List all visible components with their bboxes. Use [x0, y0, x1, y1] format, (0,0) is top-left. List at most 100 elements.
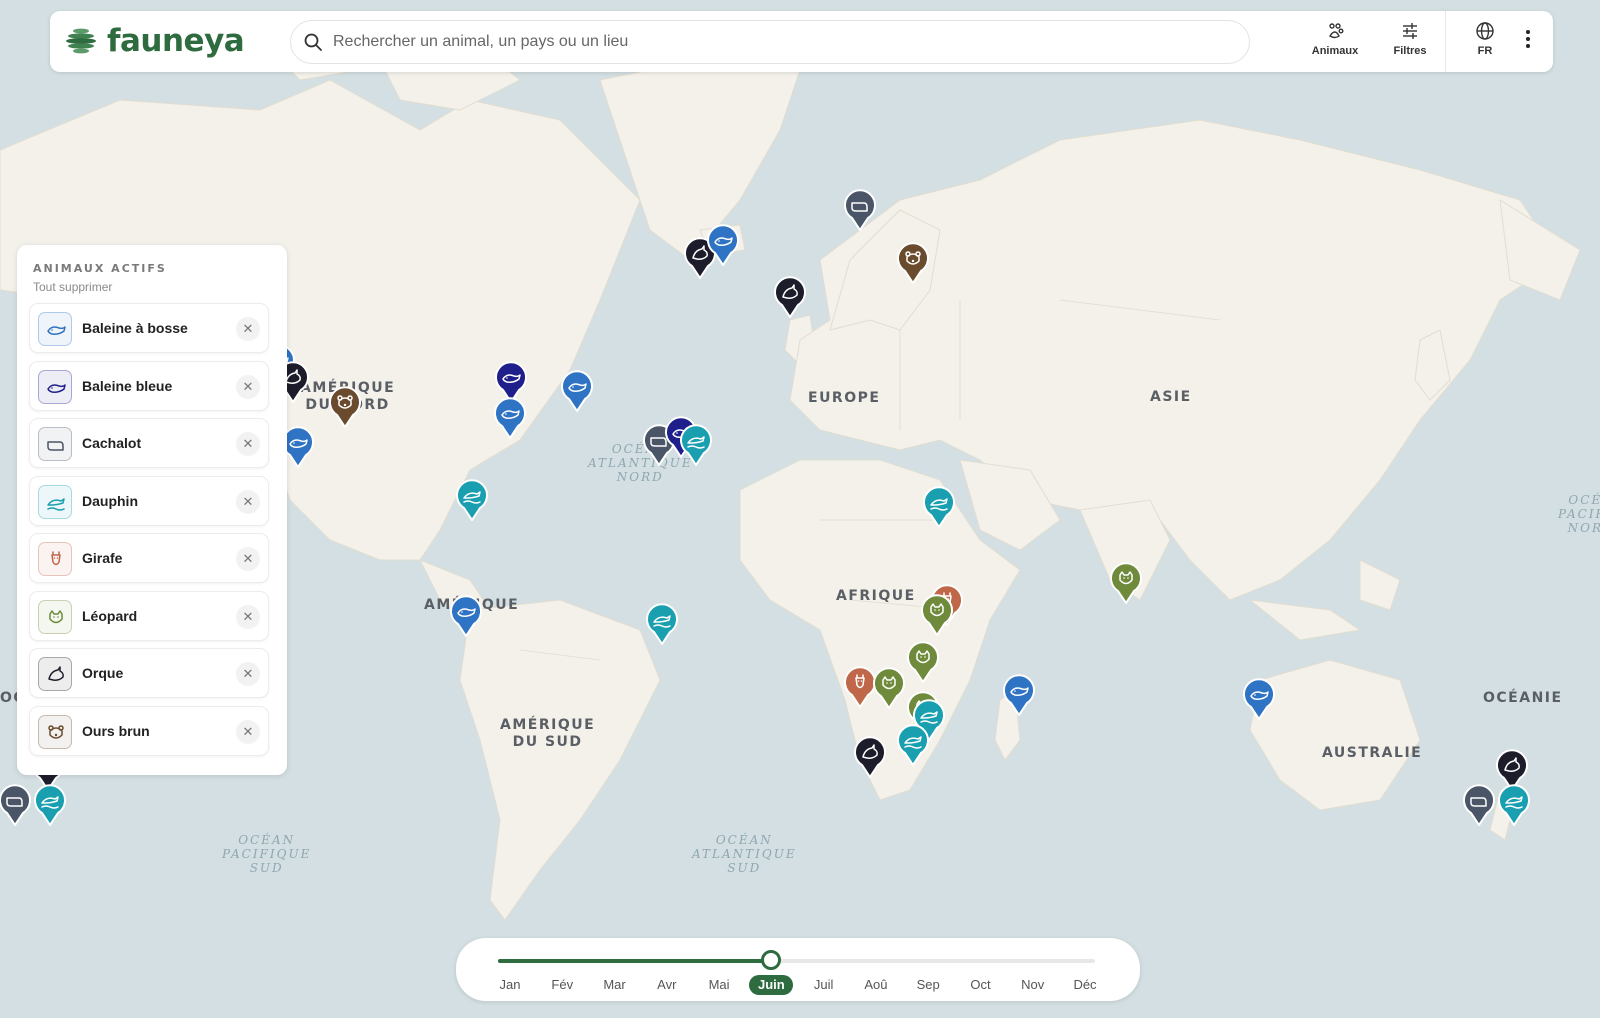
- active-animal-chip[interactable]: Orque ✕: [29, 648, 269, 698]
- more-vertical-icon: [1526, 30, 1530, 48]
- giraffe-icon: [38, 542, 72, 576]
- sighting-pin-dolphin[interactable]: [455, 479, 489, 521]
- top-bar: fauneya Animaux Filtres: [50, 11, 1553, 72]
- region-label-south-america: AMÉRIQUE DU SUD: [500, 717, 596, 750]
- active-animal-chip[interactable]: Dauphin ✕: [29, 475, 269, 526]
- remove-animal-button[interactable]: ✕: [236, 374, 260, 399]
- sighting-pin-orca[interactable]: [853, 736, 887, 778]
- dolphin-icon: [897, 724, 929, 766]
- month-0[interactable]: Jan: [488, 975, 532, 995]
- sighting-pin-humpback-whale[interactable]: [449, 595, 483, 637]
- sighting-pin-dolphin[interactable]: [896, 724, 930, 766]
- month-2[interactable]: Mar: [593, 975, 637, 995]
- active-animal-chip[interactable]: Ours brun ✕: [29, 705, 269, 756]
- sighting-pin-humpback-whale[interactable]: [1242, 678, 1276, 720]
- dolphin-icon: [680, 424, 712, 466]
- active-animal-chip[interactable]: Girafe ✕: [29, 533, 269, 583]
- search-input[interactable]: [333, 33, 1213, 51]
- sighting-pin-dolphin[interactable]: [679, 424, 713, 466]
- month-8[interactable]: Sep: [906, 975, 950, 995]
- humpback-whale-icon: [561, 370, 593, 412]
- remove-animal-button[interactable]: ✕: [236, 719, 260, 744]
- more-menu-button[interactable]: [1518, 29, 1538, 53]
- active-animal-chip[interactable]: Baleine bleue ✕: [29, 360, 269, 411]
- sighting-pin-humpback-whale[interactable]: [493, 397, 527, 439]
- paw-icon: [1329, 23, 1344, 39]
- search-icon: [304, 33, 322, 51]
- brown-bear-icon: [329, 386, 361, 428]
- sperm-whale-icon: [38, 427, 72, 461]
- region-label-oceania: OCÉANIE: [1483, 690, 1563, 706]
- humpback-whale-icon: [707, 224, 739, 266]
- month-9[interactable]: Oct: [958, 975, 1002, 995]
- month-6[interactable]: Juil: [802, 975, 846, 995]
- month-7[interactable]: Aoû: [854, 975, 898, 995]
- animals-button[interactable]: Animaux: [1305, 21, 1365, 57]
- region-label-europe: EUROPE: [808, 390, 881, 406]
- remove-animal-button[interactable]: ✕: [236, 604, 260, 629]
- remove-animal-button[interactable]: ✕: [236, 547, 260, 571]
- globe-icon: [1476, 22, 1494, 40]
- blue-whale-icon: [38, 369, 72, 404]
- sighting-pin-dolphin[interactable]: [1497, 784, 1531, 826]
- sighting-pin-dolphin[interactable]: [922, 486, 956, 528]
- sighting-pin-sperm-whale[interactable]: [0, 784, 32, 826]
- month-timeline: Jan Fév Mar Avr Mai Juin Juil Aoû Sep Oct Nov Déc: [456, 938, 1140, 1001]
- active-animal-chip[interactable]: Cachalot ✕: [29, 418, 269, 468]
- active-animal-label: Léopard: [82, 607, 138, 624]
- remove-animal-button[interactable]: ✕: [236, 662, 260, 686]
- timeline-track[interactable]: [498, 959, 1095, 963]
- remove-animal-button[interactable]: ✕: [236, 317, 260, 341]
- month-11[interactable]: Déc: [1063, 975, 1107, 995]
- orca-icon: [774, 276, 806, 318]
- active-animal-label: Baleine à bosse: [82, 320, 188, 336]
- dolphin-icon: [456, 479, 488, 521]
- month-3[interactable]: Avr: [645, 975, 689, 995]
- humpback-whale-icon: [1243, 678, 1275, 720]
- month-5[interactable]: Juin: [749, 975, 794, 995]
- dolphin-icon: [34, 784, 66, 826]
- month-1[interactable]: Fév: [540, 975, 584, 995]
- panel-title: ANIMAUX ACTIFS: [33, 262, 167, 275]
- leopard-icon: [921, 594, 953, 636]
- sighting-pin-leopard[interactable]: [920, 594, 954, 636]
- leopard-icon: [1110, 562, 1142, 604]
- sighting-pin-humpback-whale[interactable]: [560, 370, 594, 412]
- sighting-pin-leopard[interactable]: [872, 667, 906, 709]
- sighting-pin-humpback-whale[interactable]: [706, 224, 740, 266]
- sighting-pin-dolphin[interactable]: [645, 603, 679, 645]
- sighting-pin-orca[interactable]: [773, 276, 807, 318]
- sperm-whale-icon: [1463, 784, 1495, 826]
- logo[interactable]: fauneya: [64, 23, 245, 59]
- active-animal-chip[interactable]: Baleine à bosse ✕: [29, 303, 269, 353]
- sighting-pin-leopard[interactable]: [906, 641, 940, 683]
- sighting-pin-brown-bear[interactable]: [328, 386, 362, 428]
- filters-button[interactable]: Filtres: [1380, 21, 1440, 57]
- humpback-whale-icon: [38, 312, 72, 346]
- fauneya-logo-icon: [66, 28, 96, 54]
- active-animal-chip[interactable]: Léopard ✕: [29, 590, 269, 641]
- sighting-pin-brown-bear[interactable]: [896, 242, 930, 284]
- sighting-pin-humpback-whale[interactable]: [1002, 674, 1036, 716]
- sperm-whale-icon: [0, 784, 31, 826]
- search-bar[interactable]: [290, 20, 1250, 64]
- month-4[interactable]: Mai: [697, 975, 741, 995]
- timeline-thumb[interactable]: [761, 950, 782, 970]
- language-button[interactable]: FR: [1465, 21, 1505, 57]
- sighting-pin-leopard[interactable]: [1109, 562, 1143, 604]
- dolphin-icon: [38, 484, 72, 519]
- dolphin-icon: [923, 486, 955, 528]
- clear-all-link[interactable]: Tout supprimer: [33, 280, 112, 294]
- leopard-icon: [907, 641, 939, 683]
- sighting-pin-dolphin[interactable]: [33, 784, 67, 826]
- sighting-pin-sperm-whale[interactable]: [843, 189, 877, 231]
- ocean-label-south-pacific: OCÉAN PACIFIQUE SUD: [222, 833, 312, 875]
- dolphin-icon: [1498, 784, 1530, 826]
- humpback-whale-icon: [1003, 674, 1035, 716]
- month-10[interactable]: Nov: [1011, 975, 1055, 995]
- remove-animal-button[interactable]: ✕: [236, 489, 260, 514]
- remove-animal-button[interactable]: ✕: [236, 432, 260, 456]
- active-animal-label: Orque: [82, 665, 124, 681]
- sighting-pin-sperm-whale[interactable]: [1462, 784, 1496, 826]
- orca-icon: [38, 657, 72, 691]
